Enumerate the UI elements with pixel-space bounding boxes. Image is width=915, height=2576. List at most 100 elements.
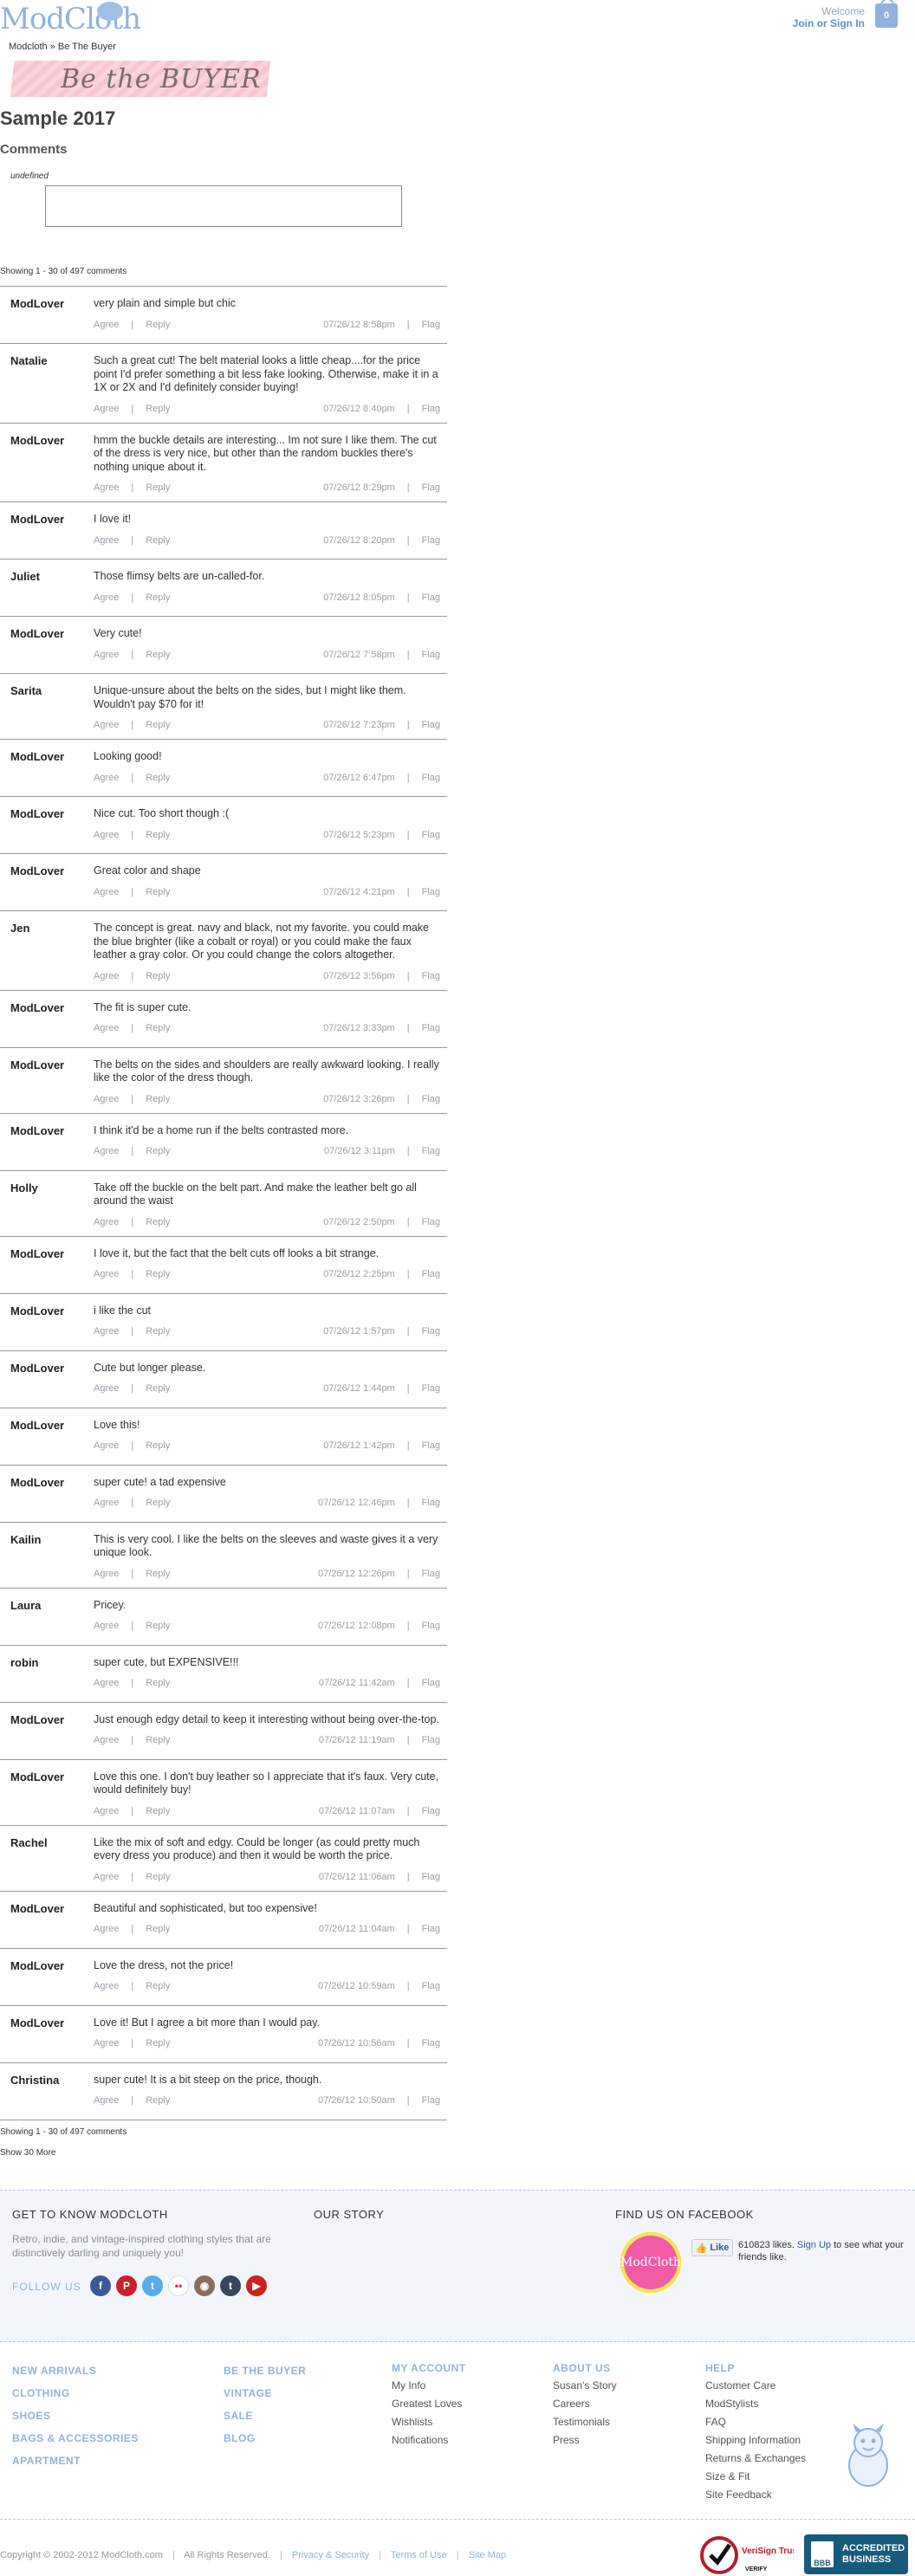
flag-link[interactable]: Flag: [422, 1217, 440, 1227]
about-link[interactable]: Testimonials: [553, 2413, 617, 2431]
agree-link[interactable]: Agree: [94, 535, 119, 546]
help-link[interactable]: Site Feedback: [705, 2486, 806, 2504]
youtube-icon[interactable]: ▶: [246, 2275, 267, 2296]
comment-author[interactable]: ModLover: [10, 1476, 64, 1489]
comment-author[interactable]: ModLover: [10, 1902, 64, 1915]
flag-link[interactable]: Flag: [422, 1735, 440, 1745]
privacy-link[interactable]: Privacy & Security: [292, 2550, 369, 2560]
footer-more-link[interactable]: BE THE BUYER: [224, 2359, 306, 2382]
flag-link[interactable]: Flag: [422, 830, 440, 840]
tumblr-icon[interactable]: t: [220, 2275, 241, 2296]
help-link[interactable]: Size & Fit: [705, 2468, 806, 2486]
agree-link[interactable]: Agree: [94, 773, 119, 783]
sitemap-link[interactable]: Site Map: [469, 2550, 506, 2560]
reply-link[interactable]: Reply: [146, 1326, 170, 1337]
account-link[interactable]: Wishlists: [392, 2413, 466, 2431]
reply-link[interactable]: Reply: [146, 1981, 170, 1991]
flag-link[interactable]: Flag: [422, 404, 440, 414]
reply-link[interactable]: Reply: [146, 1023, 170, 1033]
facebook-page-logo[interactable]: ModCloth: [620, 2232, 681, 2293]
agree-link[interactable]: Agree: [94, 650, 119, 660]
reply-link[interactable]: Reply: [146, 2095, 170, 2106]
flag-link[interactable]: Flag: [422, 1440, 440, 1451]
comment-author[interactable]: ModLover: [10, 864, 64, 877]
agree-link[interactable]: Agree: [94, 1678, 119, 1688]
reply-link[interactable]: Reply: [146, 887, 170, 897]
footer-more-link[interactable]: SALE: [224, 2404, 306, 2427]
reply-link[interactable]: Reply: [146, 1924, 170, 1934]
reply-link[interactable]: Reply: [146, 720, 170, 730]
flag-link[interactable]: Flag: [422, 1569, 440, 1579]
flag-link[interactable]: Flag: [422, 650, 440, 660]
comment-author[interactable]: ModLover: [10, 1001, 64, 1014]
flag-link[interactable]: Flag: [422, 1498, 440, 1508]
reply-link[interactable]: Reply: [146, 971, 170, 981]
footer-more-link[interactable]: VINTAGE: [224, 2382, 306, 2404]
flag-link[interactable]: Flag: [422, 535, 440, 546]
footer-shop-link[interactable]: BAGS & ACCESSORIES: [12, 2427, 139, 2450]
agree-link[interactable]: Agree: [94, 404, 119, 414]
reply-link[interactable]: Reply: [146, 1094, 170, 1104]
facebook-icon[interactable]: f: [90, 2275, 111, 2296]
comment-author[interactable]: robin: [10, 1656, 39, 1669]
flickr-icon[interactable]: ••: [168, 2275, 189, 2296]
about-link[interactable]: Press: [553, 2431, 617, 2450]
bbb-accredited-badge[interactable]: BBB ACCREDITED BUSINESS: [804, 2534, 908, 2574]
agree-link[interactable]: Agree: [94, 1440, 119, 1451]
reply-link[interactable]: Reply: [146, 482, 170, 493]
agree-link[interactable]: Agree: [94, 1094, 119, 1104]
flag-link[interactable]: Flag: [422, 1621, 440, 1631]
comment-author[interactable]: ModLover: [10, 1304, 64, 1317]
help-link[interactable]: FAQ: [705, 2413, 806, 2431]
reply-link[interactable]: Reply: [146, 1269, 170, 1279]
reply-link[interactable]: Reply: [146, 1872, 170, 1882]
facebook-like-button[interactable]: 👍 Like: [691, 2239, 733, 2256]
shopping-bag-icon[interactable]: 0: [875, 0, 898, 28]
twitter-icon[interactable]: t: [142, 2275, 163, 2296]
agree-link[interactable]: Agree: [94, 2038, 119, 2049]
flag-link[interactable]: Flag: [422, 482, 440, 493]
account-link[interactable]: Notifications: [392, 2431, 466, 2450]
reply-link[interactable]: Reply: [146, 2038, 170, 2049]
comment-author[interactable]: Holly: [10, 1181, 38, 1194]
comment-author[interactable]: ModLover: [10, 1247, 64, 1260]
agree-link[interactable]: Agree: [94, 971, 119, 981]
comment-author[interactable]: ModLover: [10, 1362, 64, 1375]
comment-author[interactable]: ModLover: [10, 1058, 64, 1071]
flag-link[interactable]: Flag: [422, 1269, 440, 1279]
help-link[interactable]: Customer Care: [705, 2377, 806, 2395]
agree-link[interactable]: Agree: [94, 1269, 119, 1279]
reply-link[interactable]: Reply: [146, 1498, 170, 1508]
reply-link[interactable]: Reply: [146, 592, 170, 603]
agree-link[interactable]: Agree: [94, 320, 119, 330]
flag-link[interactable]: Flag: [422, 1023, 440, 1033]
agree-link[interactable]: Agree: [94, 1498, 119, 1508]
agree-link[interactable]: Agree: [94, 482, 119, 493]
breadcrumb[interactable]: Modcloth » Be The Buyer: [9, 42, 116, 52]
help-link[interactable]: ModStylists: [705, 2395, 806, 2413]
flag-link[interactable]: Flag: [422, 1872, 440, 1882]
comment-author[interactable]: ModLover: [10, 513, 64, 526]
reply-link[interactable]: Reply: [146, 1569, 170, 1579]
account-link[interactable]: My Info: [392, 2377, 466, 2395]
flag-link[interactable]: Flag: [422, 971, 440, 981]
reply-link[interactable]: Reply: [146, 404, 170, 414]
comment-author[interactable]: Jen: [10, 922, 29, 935]
agree-link[interactable]: Agree: [94, 720, 119, 730]
verisign-badge[interactable]: VeriSign Trusted VERIFY: [698, 2534, 794, 2576]
flag-link[interactable]: Flag: [422, 1094, 440, 1104]
reply-link[interactable]: Reply: [146, 1806, 170, 1816]
comment-author[interactable]: ModLover: [10, 807, 64, 820]
join-sign-in-link[interactable]: Join or Sign In: [793, 17, 865, 29]
agree-link[interactable]: Agree: [94, 2095, 119, 2106]
comment-author[interactable]: ModLover: [10, 297, 64, 310]
comment-textarea[interactable]: [45, 185, 402, 227]
help-link[interactable]: Shipping Information: [705, 2431, 806, 2450]
reply-link[interactable]: Reply: [146, 1440, 170, 1451]
agree-link[interactable]: Agree: [94, 1872, 119, 1882]
comment-author[interactable]: ModLover: [10, 434, 64, 447]
reply-link[interactable]: Reply: [146, 1146, 170, 1156]
agree-link[interactable]: Agree: [94, 1924, 119, 1934]
comment-author[interactable]: Natalie: [10, 354, 48, 367]
comment-author[interactable]: ModLover: [10, 750, 64, 763]
